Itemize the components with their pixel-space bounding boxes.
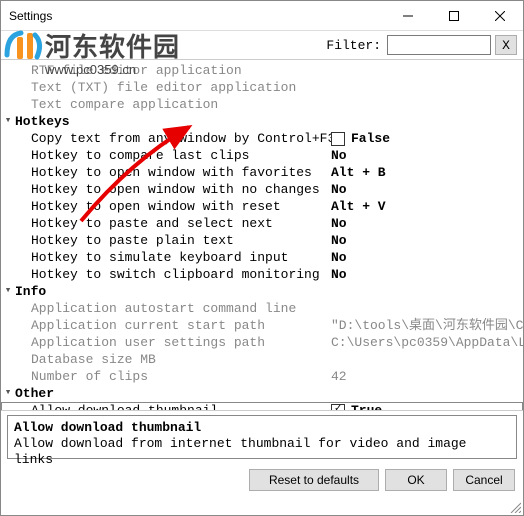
- setting-label: Application current start path: [31, 317, 331, 334]
- setting-value[interactable]: [331, 351, 523, 368]
- setting-label: Hotkey to switch clipboard monitoring: [31, 266, 331, 283]
- setting-value[interactable]: True: [331, 402, 523, 411]
- reset-button[interactable]: Reset to defaults: [249, 469, 379, 491]
- description-box: Allow download thumbnail Allow download …: [7, 415, 517, 459]
- filter-clear-button[interactable]: X: [495, 35, 517, 55]
- setting-value[interactable]: No: [331, 181, 523, 198]
- value-text: No: [331, 266, 347, 283]
- value-text: No: [331, 181, 347, 198]
- setting-value[interactable]: "D:\tools\桌面\河东软件园\ClipAn: [331, 317, 523, 334]
- setting-row[interactable]: Hotkey to open window with favoritesAlt …: [1, 164, 523, 181]
- setting-value[interactable]: [331, 79, 523, 96]
- setting-label: Hotkey to open window with favorites: [31, 164, 331, 181]
- value-text: 42: [331, 368, 347, 385]
- value-text: Alt + B: [331, 164, 386, 181]
- setting-label: Text (TXT) file editor application: [31, 79, 331, 96]
- filter-input[interactable]: [387, 35, 491, 55]
- setting-row[interactable]: Copy text from any window by Control+F3 F…: [1, 130, 523, 147]
- checkbox[interactable]: [331, 404, 345, 412]
- setting-value[interactable]: Alt + B: [331, 164, 523, 181]
- setting-value[interactable]: [331, 300, 523, 317]
- setting-label: RTF file editor application: [31, 62, 331, 79]
- setting-row[interactable]: Application user settings pathC:\Users\p…: [1, 334, 523, 351]
- setting-label: Database size MB: [31, 351, 331, 368]
- window-buttons: [385, 1, 523, 30]
- maximize-button[interactable]: [431, 1, 477, 30]
- chevron-down-icon[interactable]: ▾: [5, 385, 12, 402]
- setting-row[interactable]: RTF file editor application: [1, 62, 523, 79]
- setting-row[interactable]: Application current start path"D:\tools\…: [1, 317, 523, 334]
- setting-label: Hotkey to paste plain text: [31, 232, 331, 249]
- setting-value[interactable]: [331, 96, 523, 113]
- value-text: No: [331, 249, 347, 266]
- button-bar: Reset to defaults OK Cancel: [1, 463, 523, 497]
- filter-label: Filter:: [326, 38, 381, 53]
- setting-row[interactable]: Hotkey to paste plain textNo: [1, 232, 523, 249]
- setting-label: Hotkey to paste and select next: [31, 215, 331, 232]
- setting-row[interactable]: Text compare application: [1, 96, 523, 113]
- group-label: Other: [15, 385, 315, 402]
- group-label: Info: [15, 283, 315, 300]
- group-header[interactable]: ▾Info: [1, 283, 523, 300]
- value-text: True: [351, 402, 382, 411]
- setting-label: Application autostart command line: [31, 300, 331, 317]
- setting-label: Copy text from any window by Control+F3: [31, 130, 331, 147]
- ok-button[interactable]: OK: [385, 469, 447, 491]
- titlebar: Settings: [1, 1, 523, 31]
- setting-value[interactable]: Alt + V: [331, 198, 523, 215]
- setting-row[interactable]: Hotkey to switch clipboard monitoringNo: [1, 266, 523, 283]
- filter-bar: Filter: X: [1, 31, 523, 59]
- setting-row[interactable]: Hotkey to open window with no changesNo: [1, 181, 523, 198]
- window-title: Settings: [9, 9, 385, 23]
- value-text: Alt + V: [331, 198, 386, 215]
- setting-value[interactable]: No: [331, 147, 523, 164]
- setting-row[interactable]: Hotkey to compare last clipsNo: [1, 147, 523, 164]
- setting-row[interactable]: Hotkey to simulate keyboard inputNo: [1, 249, 523, 266]
- setting-value[interactable]: False: [331, 130, 523, 147]
- setting-row[interactable]: Hotkey to open window with resetAlt + V: [1, 198, 523, 215]
- value-text: No: [331, 232, 347, 249]
- settings-grid[interactable]: RTF file editor applicationText (TXT) fi…: [1, 59, 523, 411]
- value-text: C:\Users\pc0359\AppData\Local\Cl: [331, 334, 523, 351]
- checkbox[interactable]: [331, 132, 345, 146]
- setting-label: Hotkey to compare last clips: [31, 147, 331, 164]
- cancel-button[interactable]: Cancel: [453, 469, 515, 491]
- chevron-down-icon[interactable]: ▾: [5, 113, 12, 130]
- minimize-button[interactable]: [385, 1, 431, 30]
- setting-value[interactable]: 42: [331, 368, 523, 385]
- setting-row[interactable]: Hotkey to paste and select nextNo: [1, 215, 523, 232]
- resize-grip[interactable]: [509, 501, 521, 513]
- setting-label: Hotkey to open window with no changes: [31, 181, 331, 198]
- setting-label: Allow download thumbnail: [31, 402, 331, 411]
- setting-value[interactable]: No: [331, 232, 523, 249]
- chevron-down-icon[interactable]: ▾: [5, 283, 12, 300]
- setting-row[interactable]: Allow download thumbnail True: [1, 402, 523, 411]
- group-header[interactable]: ▾Other: [1, 385, 523, 402]
- setting-value[interactable]: No: [331, 215, 523, 232]
- setting-label: Hotkey to open window with reset: [31, 198, 331, 215]
- value-text: "D:\tools\桌面\河东软件园\ClipAn: [331, 317, 523, 334]
- value-text: False: [351, 130, 390, 147]
- setting-label: Number of clips: [31, 368, 331, 385]
- setting-value[interactable]: No: [331, 266, 523, 283]
- value-text: No: [331, 147, 347, 164]
- group-label: Hotkeys: [15, 113, 315, 130]
- setting-row[interactable]: Database size MB: [1, 351, 523, 368]
- setting-row[interactable]: Number of clips42: [1, 368, 523, 385]
- setting-value[interactable]: [331, 62, 523, 79]
- setting-value[interactable]: C:\Users\pc0359\AppData\Local\Cl: [331, 334, 523, 351]
- description-title: Allow download thumbnail: [14, 420, 510, 436]
- setting-row[interactable]: Application autostart command line: [1, 300, 523, 317]
- value-text: No: [331, 215, 347, 232]
- close-button[interactable]: [477, 1, 523, 30]
- setting-value[interactable]: No: [331, 249, 523, 266]
- setting-label: Application user settings path: [31, 334, 331, 351]
- setting-label: Text compare application: [31, 96, 331, 113]
- setting-row[interactable]: Text (TXT) file editor application: [1, 79, 523, 96]
- group-header[interactable]: ▾Hotkeys: [1, 113, 523, 130]
- setting-label: Hotkey to simulate keyboard input: [31, 249, 331, 266]
